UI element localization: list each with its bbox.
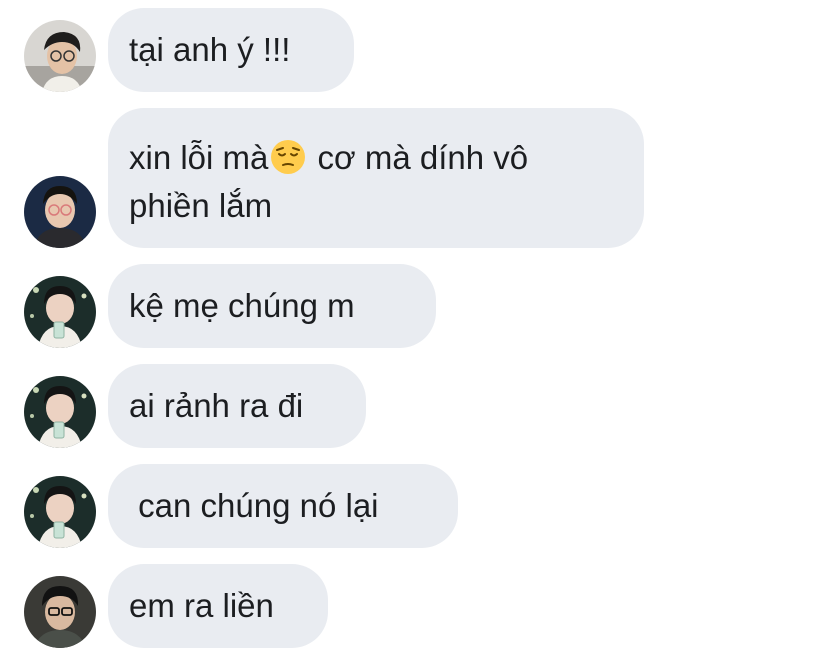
sender-avatar[interactable] [24, 176, 96, 248]
sender-avatar[interactable] [24, 576, 96, 648]
avatar-boy-glasses-hoodie-icon [24, 176, 96, 248]
message-text: ai rảnh ra đi [129, 387, 304, 424]
sender-avatar[interactable] [24, 20, 96, 92]
message-text: xin lỗi mà cơ mà dính vô phiền lắm [129, 139, 529, 224]
sender-avatar[interactable] [24, 276, 96, 348]
message-text: can chúng nó lại [129, 487, 379, 524]
message-text: kệ mẹ chúng m [129, 287, 355, 324]
message-text: em ra liền [129, 587, 274, 624]
sender-avatar[interactable] [24, 476, 96, 548]
message-bubble[interactable]: can chúng nó lại [108, 464, 458, 548]
message-text: tại anh ý !!! [129, 31, 291, 68]
message-bubble[interactable]: ai rảnh ra đi [108, 364, 366, 448]
avatar-boy-glasses-dark-icon [24, 576, 96, 648]
message-bubble[interactable]: kệ mẹ chúng m [108, 264, 436, 348]
message-bubble[interactable]: xin lỗi mà cơ mà dính vô phiền lắm [108, 108, 644, 248]
avatar-boy-drink-icon [24, 476, 96, 548]
message-bubble[interactable]: tại anh ý !!! [108, 8, 354, 92]
avatar-boy-glasses-selfie-icon [24, 20, 96, 92]
message-bubble[interactable]: em ra liền [108, 564, 328, 648]
avatar-boy-drink-icon [24, 376, 96, 448]
pensive-face-icon [271, 140, 306, 174]
sender-avatar[interactable] [24, 376, 96, 448]
avatar-boy-drink-icon [24, 276, 96, 348]
